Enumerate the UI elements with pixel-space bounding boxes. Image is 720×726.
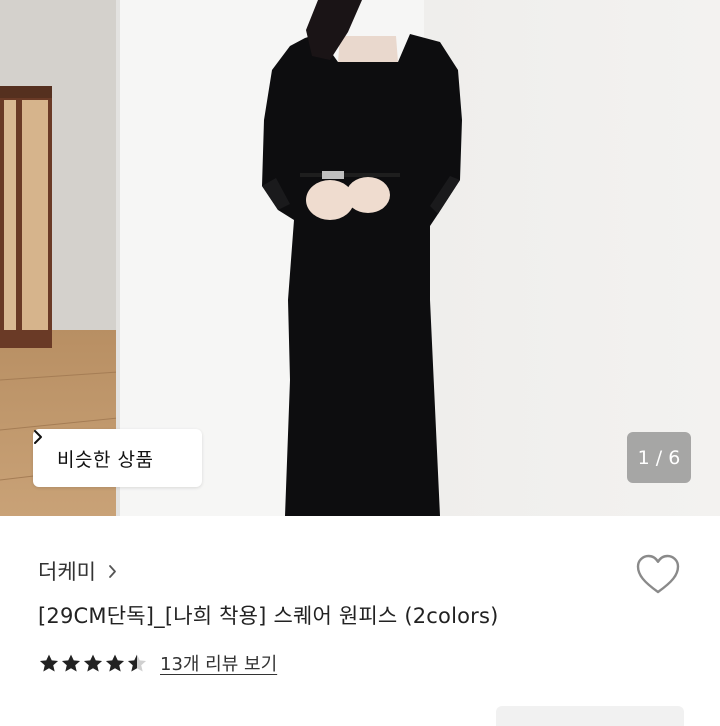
- image-page-counter: 1 / 6: [627, 432, 691, 483]
- similar-products-button[interactable]: 비슷한 상품: [33, 429, 202, 487]
- heart-outline-icon: [636, 554, 680, 594]
- chevron-right-icon: [108, 564, 117, 579]
- bottom-panel-edge: [496, 706, 684, 726]
- star-icon: [83, 654, 103, 672]
- reviews-link[interactable]: 13개 리뷰 보기: [160, 650, 277, 676]
- wishlist-heart-button[interactable]: [634, 552, 682, 598]
- rating-row: 13개 리뷰 보기: [38, 650, 277, 676]
- star-rating: [38, 653, 148, 673]
- star-icon: [39, 654, 59, 672]
- star-icon: [127, 654, 147, 672]
- product-title: [29CM단독]_[나희 착용] 스퀘어 원피스 (2colors): [38, 604, 499, 628]
- star-icon: [61, 654, 81, 672]
- product-image-gallery[interactable]: 비슷한 상품 1 / 6: [0, 0, 720, 516]
- brand-name: 더케미: [38, 560, 96, 584]
- star-icon: [105, 654, 125, 672]
- brand-link[interactable]: 더케미: [38, 556, 117, 586]
- similar-products-label: 비슷한 상품: [57, 448, 154, 471]
